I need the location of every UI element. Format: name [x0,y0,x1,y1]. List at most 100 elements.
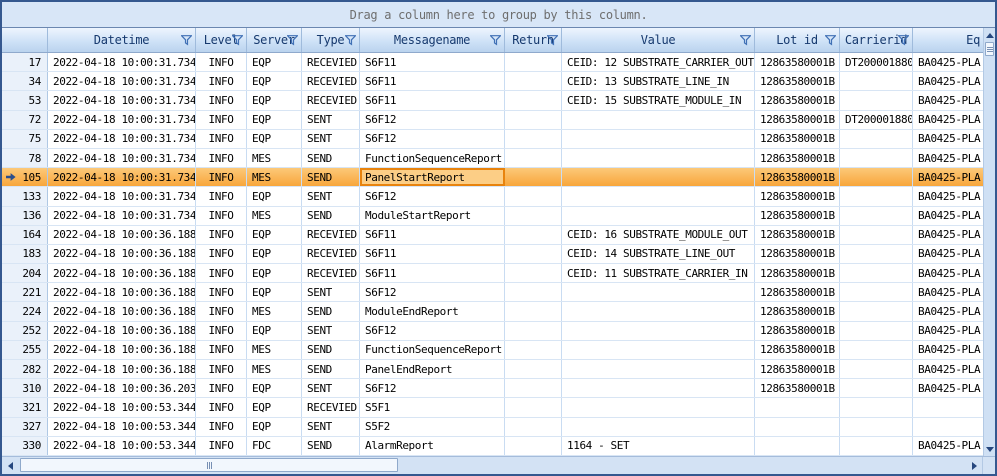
row-indicator[interactable]: 183 [2,245,48,263]
cell-carrierid[interactable]: DT200001880 [840,53,913,71]
table-row[interactable]: 752022-04-18 10:00:31.734INFOEQPSENTS6F1… [2,130,983,149]
cell-eq[interactable]: BA0425-PLA [913,53,983,71]
cell-messagename[interactable]: S6F11 [360,72,505,90]
cell-messagename[interactable]: S6F11 [360,53,505,71]
cell-level[interactable]: INFO [196,341,247,359]
cell-server[interactable]: EQP [247,91,302,109]
cell-datetime[interactable]: 2022-04-18 10:00:53.344 [48,398,196,416]
row-indicator[interactable]: 224 [2,302,48,320]
table-row[interactable]: 532022-04-18 10:00:31.734INFOEQPRECEVIED… [2,91,983,110]
cell-carrierid[interactable] [840,437,913,455]
cell-server[interactable]: MES [247,207,302,225]
cell-type[interactable]: RECEVIED [302,264,360,282]
cell-value[interactable] [562,341,755,359]
table-row[interactable]: 1332022-04-18 10:00:31.734INFOEQPSENTS6F… [2,187,983,206]
cell-return[interactable] [505,187,562,205]
column-header-return[interactable]: Return [505,28,562,52]
table-row[interactable]: 2212022-04-18 10:00:36.188INFOEQPSENTS6F… [2,283,983,302]
cell-value[interactable] [562,379,755,397]
row-indicator[interactable]: 17 [2,53,48,71]
scroll-right-button[interactable] [966,457,982,474]
row-indicator[interactable]: 282 [2,360,48,378]
cell-eq[interactable]: BA0425-PLA [913,360,983,378]
table-row[interactable]: 3272022-04-18 10:00:53.344INFOEQPSENTS5F… [2,418,983,437]
cell-lotid[interactable]: 12863580001B [755,245,840,263]
horizontal-scroll-thumb[interactable] [20,458,398,472]
cell-return[interactable] [505,322,562,340]
cell-messagename[interactable]: S6F12 [360,283,505,301]
cell-lotid[interactable]: 12863580001B [755,168,840,186]
cell-return[interactable] [505,72,562,90]
cell-value[interactable] [562,111,755,129]
table-row[interactable]: 1052022-04-18 10:00:31.734INFOMESSENDPan… [2,168,983,187]
filter-icon[interactable] [345,35,356,46]
cell-eq[interactable]: BA0425-PLA [913,207,983,225]
cell-type[interactable]: RECEVIED [302,226,360,244]
cell-messagename[interactable]: S6F11 [360,264,505,282]
cell-type[interactable]: RECEVIED [302,398,360,416]
cell-lotid[interactable]: 12863580001B [755,72,840,90]
cell-carrierid[interactable] [840,302,913,320]
cell-server[interactable]: MES [247,149,302,167]
cell-level[interactable]: INFO [196,398,247,416]
cell-type[interactable]: SENT [302,187,360,205]
cell-carrierid[interactable] [840,72,913,90]
cell-value[interactable]: CEID: 13 SUBSTRATE_LINE_IN [562,72,755,90]
cell-carrierid[interactable] [840,187,913,205]
table-row[interactable]: 342022-04-18 10:00:31.734INFOEQPRECEVIED… [2,72,983,91]
row-indicator[interactable]: 255 [2,341,48,359]
group-by-panel[interactable]: Drag a column here to group by this colu… [2,2,995,28]
cell-datetime[interactable]: 2022-04-18 10:00:36.188 [48,245,196,263]
cell-level[interactable]: INFO [196,226,247,244]
cell-type[interactable]: SEND [302,168,360,186]
cell-type[interactable]: SEND [302,207,360,225]
cell-messagename[interactable]: S6F11 [360,245,505,263]
cell-eq[interactable]: BA0425-PLA [913,111,983,129]
table-row[interactable]: 2242022-04-18 10:00:36.188INFOMESSENDMod… [2,302,983,321]
cell-level[interactable]: INFO [196,302,247,320]
row-indicator[interactable]: 321 [2,398,48,416]
column-header-datetime[interactable]: Datetime [48,28,196,52]
cell-return[interactable] [505,418,562,436]
cell-messagename[interactable]: S5F1 [360,398,505,416]
cell-value[interactable] [562,168,755,186]
cell-value[interactable] [562,130,755,148]
cell-datetime[interactable]: 2022-04-18 10:00:31.734 [48,111,196,129]
filter-icon[interactable] [232,35,243,46]
cell-messagename[interactable]: FunctionSequenceReport [360,341,505,359]
cell-type[interactable]: SEND [302,360,360,378]
cell-type[interactable]: RECEVIED [302,91,360,109]
cell-datetime[interactable]: 2022-04-18 10:00:36.188 [48,341,196,359]
cell-lotid[interactable]: 12863580001B [755,149,840,167]
cell-server[interactable]: EQP [247,245,302,263]
cell-value[interactable] [562,187,755,205]
table-row[interactable]: 2822022-04-18 10:00:36.188INFOMESSENDPan… [2,360,983,379]
cell-eq[interactable]: BA0425-PLA [913,130,983,148]
cell-messagename[interactable]: S6F12 [360,130,505,148]
cell-lotid[interactable]: 12863580001B [755,379,840,397]
cell-value[interactable]: CEID: 12 SUBSTRATE_CARRIER_OUT [562,53,755,71]
row-indicator[interactable]: 72 [2,111,48,129]
cell-lotid[interactable]: 12863580001B [755,226,840,244]
cell-level[interactable]: INFO [196,207,247,225]
cell-server[interactable]: EQP [247,226,302,244]
cell-value[interactable] [562,149,755,167]
cell-carrierid[interactable] [840,341,913,359]
table-row[interactable]: 1832022-04-18 10:00:36.188INFOEQPRECEVIE… [2,245,983,264]
cell-lotid[interactable]: 12863580001B [755,283,840,301]
row-indicator[interactable]: 105 [2,168,48,186]
cell-lotid[interactable]: 12863580001B [755,187,840,205]
cell-eq[interactable]: BA0425-PLA [913,168,983,186]
cell-eq[interactable]: BA0425-PLA [913,322,983,340]
cell-messagename[interactable]: S6F12 [360,187,505,205]
cell-return[interactable] [505,264,562,282]
cell-type[interactable]: SENT [302,111,360,129]
column-header-server[interactable]: Server [247,28,302,52]
cell-server[interactable]: EQP [247,53,302,71]
cell-return[interactable] [505,360,562,378]
cell-lotid[interactable]: 12863580001B [755,111,840,129]
cell-carrierid[interactable] [840,379,913,397]
row-indicator[interactable]: 75 [2,130,48,148]
filter-icon[interactable] [825,35,836,46]
cell-datetime[interactable]: 2022-04-18 10:00:36.203 [48,379,196,397]
